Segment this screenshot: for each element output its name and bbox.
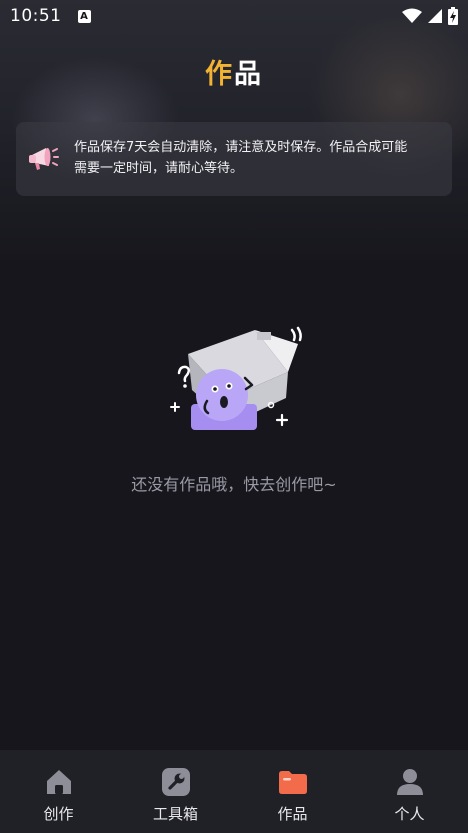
home-icon — [46, 770, 71, 794]
status-icons — [402, 7, 458, 25]
tab-create[interactable]: 创作 — [0, 750, 117, 833]
page-title-accent: 作 — [205, 59, 234, 90]
notice-text: 作品保存7天会自动清除，请注意及时保存。作品合成可能 需要一定时间，请耐心等待。 — [74, 137, 438, 179]
notice-text-line-2: 需要一定时间，请耐心等待。 — [74, 161, 244, 176]
status-bar: 10:51 A — [0, 0, 468, 32]
page-title: 作品 — [0, 52, 468, 91]
a-icon: A — [77, 9, 91, 23]
signal-icon — [428, 9, 442, 23]
status-time: 10:51 — [10, 6, 62, 26]
tab-label: 工具箱 — [152, 805, 198, 823]
notice-banner: 作品保存7天会自动清除，请注意及时保存。作品合成可能 需要一定时间，请耐心等待。 — [16, 122, 452, 196]
megaphone-icon — [26, 142, 60, 180]
empty-state-message: 还没有作品哦，快去创作吧~ — [131, 475, 337, 494]
tab-label: 个人 — [394, 805, 425, 823]
person-icon — [396, 769, 423, 795]
folder-icon — [278, 771, 307, 794]
empty-box-illustration — [160, 312, 310, 441]
tab-bar: 创作 工具箱 作品 个人 — [0, 750, 468, 833]
battery-charging-icon — [448, 7, 458, 25]
tab-label: 创作 — [43, 805, 74, 823]
tab-toolbox[interactable]: 工具箱 — [117, 750, 234, 833]
wifi-icon — [402, 8, 422, 23]
tab-works[interactable]: 作品 — [234, 750, 351, 833]
tab-profile[interactable]: 个人 — [351, 750, 468, 833]
notice-text-line-1: 作品保存7天会自动清除，请注意及时保存。作品合成可能 — [74, 140, 408, 155]
page-title-rest: 品 — [234, 59, 263, 90]
tab-label: 作品 — [277, 805, 308, 823]
wrench-icon — [161, 768, 190, 796]
